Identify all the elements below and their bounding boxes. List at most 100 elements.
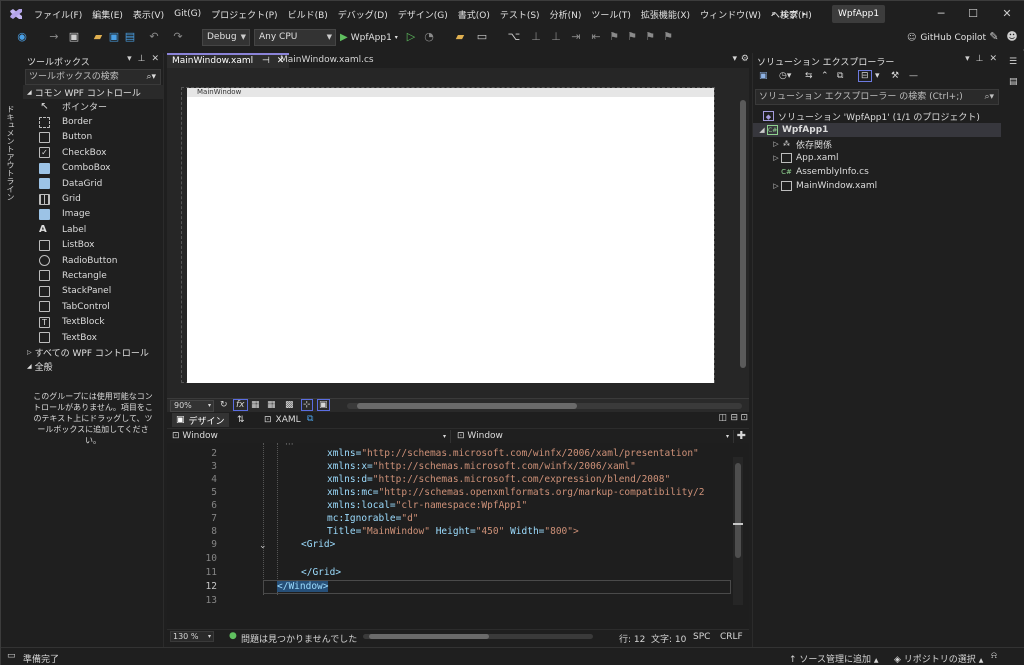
- scrollbar-thumb[interactable]: [357, 403, 577, 409]
- new-project-icon[interactable]: ▣: [67, 30, 81, 44]
- designer-window-titlebar[interactable]: MainWindow: [187, 88, 714, 97]
- chevron-down-icon[interactable]: ▾: [875, 71, 880, 81]
- refresh-icon[interactable]: ↻: [220, 400, 228, 410]
- group-all-wpf[interactable]: ▷ すべての WPF コントロール: [23, 345, 163, 359]
- folder-icon[interactable]: ▰: [453, 30, 467, 44]
- toolbox-item-grid[interactable]: Grid: [23, 191, 163, 206]
- app-xaml-node[interactable]: ▷ App.xaml: [753, 151, 1001, 165]
- xaml-code-editor[interactable]: ··· ⌄ 2 3 4 5 6 7 8 9 10 11 12 13 xmlns=…: [167, 440, 749, 629]
- editor-zoom-select[interactable]: 130 % ▾: [170, 631, 214, 642]
- scrollbar-thumb[interactable]: [369, 634, 489, 639]
- feedback-icon[interactable]: ✎: [987, 30, 1001, 44]
- swap-panes-button[interactable]: ⇅: [233, 413, 249, 427]
- toolbox-item-listbox[interactable]: ListBox: [23, 238, 163, 253]
- source-control-button[interactable]: ↑ ソース管理に追加 ▲: [789, 652, 878, 665]
- menu-design[interactable]: デザイン(G): [393, 8, 453, 21]
- configuration-select[interactable]: Debug ▼: [202, 29, 250, 46]
- tab-xaml[interactable]: ⊡ XAML: [260, 413, 305, 427]
- collapse-pane-icon[interactable]: ⊡: [740, 413, 748, 423]
- issues-status[interactable]: 問題は見つかりませんでした: [241, 632, 357, 645]
- scrollbar-thumb[interactable]: [740, 100, 746, 368]
- start-debug-button[interactable]: ▶ WpfApp1 ▾: [340, 29, 398, 46]
- toolbox-item-datagrid[interactable]: DataGrid: [23, 176, 163, 191]
- designer-vertical-scrollbar[interactable]: [737, 68, 749, 398]
- popout-icon[interactable]: ⧉: [307, 414, 313, 424]
- properties-icon[interactable]: ▤: [1009, 77, 1018, 87]
- toolbox-item-textbox[interactable]: TextBox: [23, 330, 163, 345]
- editor-vertical-scrollbar[interactable]: [733, 457, 743, 605]
- toolbox-item-rectangle[interactable]: Rectangle: [23, 268, 163, 283]
- menu-file[interactable]: ファイル(F): [29, 8, 87, 21]
- menu-test[interactable]: テスト(S): [495, 8, 545, 21]
- sync-icon[interactable]: ⇆: [805, 71, 813, 81]
- mainwindow-xaml-node[interactable]: ▷ MainWindow.xaml: [753, 179, 1001, 193]
- open-folder-icon[interactable]: ▰: [91, 30, 105, 44]
- split-vertical-icon[interactable]: ◫: [718, 413, 727, 423]
- menu-edit[interactable]: 編集(E): [87, 8, 128, 21]
- tab-mainwindow-xaml-cs[interactable]: MainWindow.xaml.cs: [275, 53, 379, 68]
- hot-reload-icon[interactable]: ◔: [422, 30, 436, 44]
- bookmark-icon[interactable]: ⚑: [625, 30, 639, 44]
- group-common-wpf[interactable]: ◢ コモン WPF コントロール: [23, 85, 163, 99]
- start-without-debug-icon[interactable]: ▷: [404, 30, 418, 44]
- effects-icon[interactable]: fx: [233, 399, 248, 411]
- document-outline-tab[interactable]: ドキュメントアウトライン: [5, 105, 16, 201]
- designer-horizontal-scrollbar[interactable]: [347, 403, 742, 409]
- github-copilot-button[interactable]: ☺ GitHub Copilot: [907, 29, 986, 46]
- align-icon[interactable]: ⊥: [529, 30, 543, 44]
- close-button[interactable]: ✕: [997, 5, 1017, 23]
- solution-node[interactable]: ◆ ソリューション 'WpfApp1' (1/1 のプロジェクト): [753, 109, 1001, 123]
- menu-tools[interactable]: ツール(T): [586, 8, 636, 21]
- bookmark-icon[interactable]: ⚑: [661, 30, 675, 44]
- line-ending-indicator[interactable]: CRLF: [720, 632, 743, 642]
- close-icon[interactable]: ✕: [151, 54, 159, 64]
- minimize-button[interactable]: ─: [931, 5, 951, 23]
- tab-design[interactable]: ▣ デザイン: [172, 413, 229, 427]
- grid-icon[interactable]: ▦: [251, 400, 260, 410]
- solution-search-input[interactable]: ソリューション エクスプローラー の検索 (Ctrl+;) ⌕▾: [755, 89, 999, 105]
- maximize-button[interactable]: ☐: [963, 5, 983, 23]
- save-all-icon[interactable]: ▤: [123, 30, 137, 44]
- snap-lines-icon[interactable]: ⊹: [301, 399, 313, 411]
- navigate-back-icon[interactable]: ◉: [15, 30, 29, 44]
- chevron-down-icon[interactable]: ▾: [732, 54, 737, 64]
- menu-git[interactable]: Git(G): [169, 9, 206, 19]
- dependencies-node[interactable]: ▷ ⁂ 依存関係: [753, 137, 1001, 151]
- project-node[interactable]: ◢ C# WpfApp1: [753, 123, 1001, 137]
- filter-icon[interactable]: ⊟: [858, 70, 872, 82]
- designer-window-canvas[interactable]: [187, 97, 714, 383]
- output-icon[interactable]: ▭: [7, 651, 16, 661]
- grid-icon[interactable]: ▦: [267, 400, 276, 410]
- menu-extensions[interactable]: 拡張機能(X): [636, 8, 695, 21]
- menu-window[interactable]: ウィンドウ(W): [695, 8, 766, 21]
- navigate-forward-icon[interactable]: →: [47, 30, 61, 44]
- menu-build[interactable]: ビルド(B): [283, 8, 333, 21]
- pin-icon[interactable]: ⊥: [976, 54, 984, 64]
- menu-format[interactable]: 書式(O): [453, 8, 495, 21]
- repository-button[interactable]: ◈ リポジトリの選択 ▲: [894, 652, 983, 665]
- toolbox-item-radiobutton[interactable]: RadioButton: [23, 253, 163, 268]
- toolbox-item-combobox[interactable]: ComboBox: [23, 161, 163, 176]
- menu-view[interactable]: 表示(V): [128, 8, 169, 21]
- close-icon[interactable]: ✕: [989, 54, 997, 64]
- preview-icon[interactable]: —: [909, 71, 918, 81]
- gear-icon[interactable]: ⚙: [741, 54, 749, 64]
- toolbox-item-label[interactable]: A Label: [23, 222, 163, 237]
- char-indicator[interactable]: 文字: 10: [651, 632, 686, 645]
- pin-icon[interactable]: ⊣: [262, 56, 270, 66]
- toolbox-item-button[interactable]: Button: [23, 130, 163, 145]
- show-all-files-icon[interactable]: ⧉: [837, 71, 843, 81]
- toolbox-search-input[interactable]: ツールボックスの検索 ⌕▾: [25, 69, 161, 85]
- toolbox-item-image[interactable]: Image: [23, 207, 163, 222]
- browser-icon[interactable]: ▭: [475, 30, 489, 44]
- snap-icon[interactable]: ▩: [285, 400, 294, 410]
- toolbox-item-checkbox[interactable]: ✓ CheckBox: [23, 145, 163, 160]
- platform-select[interactable]: Any CPU ▼: [254, 29, 336, 46]
- line-indicator[interactable]: 行: 12: [619, 632, 645, 645]
- menu-analyze[interactable]: 分析(N): [545, 8, 587, 21]
- save-icon[interactable]: ▣: [107, 30, 121, 44]
- comment-icon[interactable]: ⌥: [507, 30, 521, 44]
- group-general[interactable]: ◢ 全般: [23, 359, 163, 373]
- whitespace-indicator[interactable]: SPC: [693, 632, 710, 642]
- solution-name-badge[interactable]: WpfApp1: [832, 5, 886, 23]
